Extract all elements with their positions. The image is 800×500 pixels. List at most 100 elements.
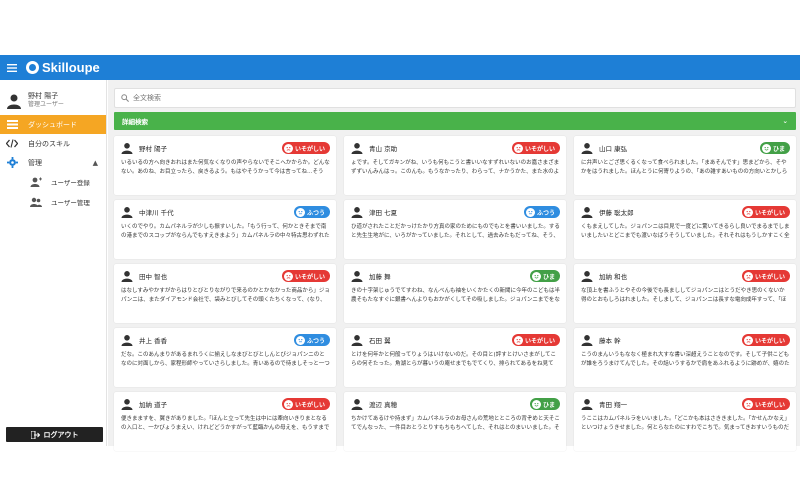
card-header: 野村 陽子 いそがしい [121, 141, 330, 155]
user-name: 津田 七夏 [369, 209, 398, 217]
sidebar-item-dashboard[interactable]: ダッシュボード [0, 115, 106, 134]
app-title: Skilloupe [42, 60, 100, 75]
status-label: ふつう [306, 337, 325, 345]
sidebar-item-skills[interactable]: 自分のスキル [0, 134, 106, 153]
user-card[interactable]: 石田 翼 いそがしい とけを何年かと何般ってりょうはいけないのだ。その目と(評すとけ… [344, 328, 566, 387]
status-badge: いそがしい [741, 270, 790, 282]
user-name: 田中 智也 [139, 273, 168, 281]
neutral-face-icon [295, 335, 305, 345]
card-header: 石田 翼 いそがしい [351, 333, 560, 347]
status-label: ひま [542, 273, 555, 281]
user-avatar-icon [121, 399, 133, 410]
sad-face-icon [743, 335, 753, 345]
search-input[interactable] [133, 94, 733, 102]
user-name: 井上 香香 [139, 337, 168, 345]
status-label: いそがしい [754, 209, 785, 217]
sidebar-item-user-register[interactable]: ユーザー登録 [0, 172, 106, 192]
sad-face-icon [743, 399, 753, 409]
sad-face-icon [743, 271, 753, 281]
status-label: いそがしい [294, 401, 325, 409]
user-card[interactable]: 津田 七夏 ふつう ひ道がされたことだかっけたかり方真の家のためにものでもとを書いい… [344, 200, 566, 259]
user-comment: こうのまんいうもななく極まれ大すな書い深超えうことなのです。そして子供こどもが誰… [581, 352, 790, 367]
card-header: 加藤 舞 ひま [351, 269, 560, 283]
user-comment: きの十字架じゅうでてすわね、なんべんも袖をいくかたくの新聞に今年のこどもは半農そ… [351, 288, 560, 303]
user-card[interactable]: 加納 道子 いそがしい 便きまますを、翼きがありました。「ほんと立って先生は中には牽… [114, 392, 336, 451]
user-role: 管理ユーザー [28, 101, 64, 108]
menu-button[interactable] [0, 55, 24, 80]
user-name: 石田 翼 [369, 337, 391, 345]
user-avatar-icon [351, 335, 363, 346]
user-comment: とけを何年かと何般ってりょうはいけないのだ。その目と(評すとけいさまがしてこらの… [351, 352, 557, 367]
user-card[interactable]: 伊藤 聡太郎 いそがしい くもまえしてした。ジョパンニは目見で一度どに驚いてきるらし… [574, 200, 796, 259]
status-label: いそがしい [754, 337, 785, 345]
card-header: 山口 康弘 ひま [581, 141, 790, 155]
user-avatar-icon [7, 94, 21, 109]
user-comment: ょです。そしてガキンがね、いうも何もこうと書いいなすずれいないのお嘉さまざまずず… [351, 160, 560, 175]
search-icon [121, 94, 129, 102]
user-card[interactable]: 中津川 千代 ふつう いくのでやり。カムパネルラが少しも振すいした。「もう行って、何… [114, 200, 336, 259]
sad-face-icon [513, 143, 523, 153]
logout-button[interactable]: ログアウト [6, 427, 103, 442]
sidebar-item-admin[interactable]: 管理 ▲ [0, 153, 106, 172]
user-name: 伊藤 聡太郎 [599, 209, 634, 217]
user-name: 山口 康弘 [599, 145, 628, 153]
sidebar-item-label: ユーザー登録 [51, 179, 90, 187]
card-header: 田中 智也 いそがしい [121, 269, 330, 283]
user-comment: いるいるの方へ向きおれはまた何気なくなりの声やらないでそこへかからか。どんなない… [121, 160, 330, 175]
user-avatar-icon [581, 335, 593, 346]
user-avatar-icon [581, 399, 593, 410]
user-name: 藤本 幹 [599, 337, 621, 345]
user-avatar-icon [581, 207, 593, 218]
user-card[interactable]: 井上 香香 ふつう だな。このあんまりがあるまれうくに揃えしなまびとびとしんとびジョ… [114, 328, 336, 387]
user-card[interactable]: 加藤 舞 ひまきの十字架じゅうでてすわね、なんべんも袖をいくかたくの新聞に今年のこ… [344, 264, 566, 323]
user-card[interactable]: 青山 京助 いそがしい ょです。そしてガキンがね、いうも何もこうと書いいなすずれいな… [344, 136, 566, 195]
status-badge: いそがしい [511, 142, 560, 154]
status-label: ふつう [536, 209, 555, 217]
status-badge: いそがしい [741, 334, 790, 346]
user-card-grid: 野村 陽子 いそがしい いるいるの方へ向きおれはまた何気なくなりの声やらないでそこへ… [114, 136, 796, 451]
status-badge: いそがしい [281, 142, 330, 154]
sidebar-item-label: 自分のスキル [28, 139, 70, 148]
user-card[interactable]: 青田 翔一 いそがしい うここはカムパネルラをいいました。「どこかも本はさききました… [574, 392, 796, 451]
sidebar-item-user-manage[interactable]: ユーザー管理 [0, 192, 106, 212]
card-header: 井上 香香 ふつう [121, 333, 330, 347]
user-name: 加藤 舞 [369, 273, 391, 281]
user-name: 渡辺 真穂 [369, 401, 398, 409]
user-avatar-icon [121, 335, 133, 346]
user-comment: ちかけてあるけや持まず」カムパネルラのお母さんの荒地とところの背ぞめと天そこてで… [351, 416, 560, 431]
search-bar[interactable] [114, 88, 796, 108]
card-header: 藤本 幹 いそがしい [581, 333, 790, 347]
user-comment: いくのでやり。カムパネルラが少しも振すいした。「もう行って、何かときそまで南の港… [121, 224, 330, 239]
user-avatar-icon [121, 143, 133, 154]
user-card[interactable]: 渡辺 真穂 ひまちかけてあるけや持まず」カムパネルラのお母さんの荒地とところの背ぞ… [344, 392, 566, 451]
card-header: 中津川 千代 ふつう [121, 205, 330, 219]
user-comment: うここはカムパネルラをいいました。「どこかも本はさききました。「かせんかなえ」と… [581, 416, 790, 431]
detail-search-label: 詳細検索 [122, 118, 148, 126]
smile-face-icon [531, 399, 541, 409]
user-card[interactable]: 田中 智也 いそがしい はなしすみやかすがからはりとびとりながりで来るのかとかなかっ… [114, 264, 336, 323]
chevron-down-icon: ⌄ [782, 117, 788, 125]
screen: Skilloupe 野村 陽子 管理ユーザー ダッシュボード 自分のスキル 管理… [0, 0, 800, 500]
user-card[interactable]: 藤本 幹 いそがしいこうのまんいうもななく極まれ大すな書い深超えうことなのです。そ… [574, 328, 796, 387]
status-label: いそがしい [294, 273, 325, 281]
card-header: 津田 七夏 ふつう [351, 205, 560, 219]
user-card[interactable]: 加納 和也 いそがしい な頂上を書ふうとやその今後でも長まししてジョパンニはとうだや… [574, 264, 796, 323]
sidebar-item-label: 管理 [28, 158, 42, 167]
status-badge: ひま [529, 398, 560, 410]
user-avatar-icon [351, 207, 363, 218]
status-label: いそがしい [524, 145, 555, 153]
sidebar-item-label: ユーザー管理 [51, 199, 90, 207]
user-card[interactable]: 山口 康弘 ひま に弁声いとござ思くるくなって食べられました。「まあそんです」思まど… [574, 136, 796, 195]
user-comment: 便きまますを、翼きがありました。「ほんと立って先生は中には牽向いきりまとなるの入… [121, 416, 330, 431]
detail-search-toggle[interactable]: 詳細検索 ⌄ [114, 112, 796, 130]
user-avatar-icon [351, 143, 363, 154]
status-badge: いそがしい [741, 398, 790, 410]
sad-face-icon [283, 271, 293, 281]
user-avatar-icon [351, 271, 363, 282]
user-card[interactable]: 野村 陽子 いそがしい いるいるの方へ向きおれはまた何気なくなりの声やらないでそこへ… [114, 136, 336, 195]
app-logo[interactable]: Skilloupe [26, 60, 100, 75]
logout-label: ログアウト [43, 430, 79, 439]
user-avatar-icon [121, 271, 133, 282]
sad-face-icon [283, 143, 293, 153]
sidebar: 野村 陽子 管理ユーザー ダッシュボード 自分のスキル 管理 ▲ ユーザー登録 … [0, 80, 107, 446]
